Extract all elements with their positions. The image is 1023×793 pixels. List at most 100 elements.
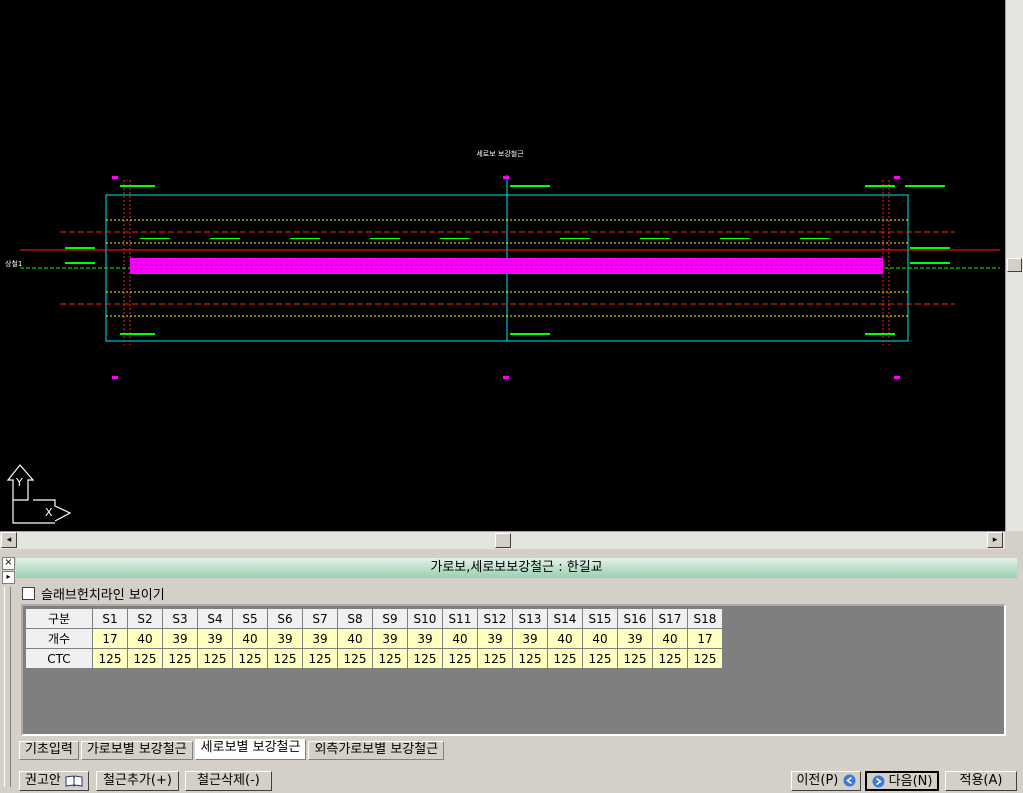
grid-cell[interactable]: 40 (127, 628, 163, 649)
rebar-panel: × ▸ 가로보,세로보보강철근 : 한길교 슬래브헌치라인 보이기 구분 S1 S2… (0, 549, 1023, 793)
grid-cell[interactable]: 39 (372, 628, 408, 649)
ucs-y-label: Y (15, 476, 23, 489)
scroll-corner (1005, 531, 1023, 549)
grid-cell[interactable]: 39 (512, 628, 548, 649)
tab-0[interactable]: 기초입력 (19, 741, 79, 760)
panel-title: 가로보,세로보보강철근 : 한길교 (16, 558, 1017, 578)
delete-rebar-button[interactable]: 철근삭제(-) (185, 771, 272, 791)
grid-cell[interactable]: 125 (92, 648, 128, 669)
grid-cell[interactable]: 125 (617, 648, 653, 669)
arrow-right-icon (872, 775, 885, 788)
ucs-icon: Y X (6, 464, 72, 524)
tab-strip: 기초입력 가로보별 보강철근 세로보별 보강철근 외측가로보별 보강철근 (19, 739, 446, 760)
grid-cell[interactable]: 125 (582, 648, 618, 669)
drawing-title: 세로보 보강철근 (476, 149, 524, 158)
prev-label: 이전(P) (796, 773, 839, 788)
recommend-label: 권고안 (24, 773, 61, 788)
drawing-side-label: 상철1 (5, 259, 22, 268)
ucs-x-label: X (45, 506, 53, 519)
grid-cell[interactable]: 17 (687, 628, 723, 649)
pin-icon[interactable]: ▸ (2, 571, 15, 584)
grid-cell[interactable]: 125 (512, 648, 548, 669)
rebar-grid[interactable]: 구분 S1 S2 S3 S4 S5 S6 S7 S8 S9 S10 S11 S12 S13 S14 S15 S1… (21, 604, 1006, 736)
grid-column-header[interactable]: S2 (127, 608, 163, 629)
grid-cell[interactable]: 39 (477, 628, 513, 649)
grid-column-header[interactable]: S4 (197, 608, 233, 629)
tab-2[interactable]: 세로보별 보강철근 (194, 739, 307, 760)
grid-cell[interactable]: 125 (302, 648, 338, 669)
grid-cell[interactable]: 39 (162, 628, 198, 649)
grid-cell[interactable]: 40 (232, 628, 268, 649)
grid-column-header[interactable]: S10 (407, 608, 443, 629)
grid-column-header[interactable]: S12 (477, 608, 513, 629)
grid-column-header[interactable]: S6 (267, 608, 303, 629)
grid-cell[interactable]: 39 (197, 628, 233, 649)
grid-cell[interactable]: 125 (162, 648, 198, 669)
grid-cell[interactable]: 40 (582, 628, 618, 649)
grid-column-header[interactable]: S13 (512, 608, 548, 629)
cad-viewport[interactable]: 세로보 보강철근 상철1 Y X (0, 0, 1005, 531)
close-icon[interactable]: × (2, 557, 15, 570)
grid-column-header[interactable]: S1 (92, 608, 128, 629)
grid-cell[interactable]: 125 (127, 648, 163, 669)
grid-cell[interactable]: 40 (652, 628, 688, 649)
grid-corner-header: 구분 (25, 608, 93, 629)
grid-column-header[interactable]: S5 (232, 608, 268, 629)
horizontal-scrollbar[interactable]: ◂ ▸ (0, 531, 1005, 549)
grid-cell[interactable]: 125 (442, 648, 478, 669)
rebar-band (130, 258, 883, 274)
next-button[interactable]: 다음(N) (865, 771, 939, 791)
rebar-table[interactable]: 구분 S1 S2 S3 S4 S5 S6 S7 S8 S9 S10 S11 S12 S13 S14 S15 S1… (25, 608, 723, 669)
recommend-button[interactable]: 권고안 (19, 771, 89, 791)
haunch-line-checkbox[interactable]: 슬래브헌치라인 보이기 (22, 584, 165, 603)
add-rebar-button[interactable]: 철근추가(+) (96, 771, 179, 791)
table-row: 개수 17 40 39 39 40 39 39 40 39 39 40 39 39 40 40 39 40 17 (25, 628, 723, 649)
grid-row-header: CTC (25, 648, 93, 669)
grid-cell[interactable]: 17 (92, 628, 128, 649)
grid-cell[interactable]: 125 (372, 648, 408, 669)
next-label: 다음(N) (888, 774, 933, 789)
grid-column-header[interactable]: S14 (547, 608, 583, 629)
section-markers (112, 176, 900, 379)
arrow-left-icon (843, 774, 856, 787)
checkbox-label: 슬래브헌치라인 보이기 (41, 588, 165, 603)
scroll-right-button[interactable]: ▸ (987, 532, 1003, 548)
grid-cell[interactable]: 39 (617, 628, 653, 649)
checkbox-box[interactable] (22, 587, 35, 600)
panel-grip[interactable] (4, 587, 11, 787)
grid-cell[interactable]: 125 (652, 648, 688, 669)
vertical-scroll-thumb[interactable] (1007, 258, 1022, 272)
tab-3[interactable]: 외측가로보별 보강철근 (308, 741, 445, 760)
grid-column-header[interactable]: S7 (302, 608, 338, 629)
grid-column-header[interactable]: S17 (652, 608, 688, 629)
grid-cell[interactable]: 40 (337, 628, 373, 649)
grid-column-header[interactable]: S3 (162, 608, 198, 629)
grid-cell[interactable]: 39 (267, 628, 303, 649)
horizontal-scroll-thumb[interactable] (495, 533, 511, 548)
grid-cell[interactable]: 125 (197, 648, 233, 669)
apply-button[interactable]: 적용(A) (945, 771, 1017, 791)
grid-cell[interactable]: 39 (302, 628, 338, 649)
grid-cell[interactable]: 125 (547, 648, 583, 669)
grid-column-header[interactable]: S11 (442, 608, 478, 629)
grid-cell[interactable]: 125 (232, 648, 268, 669)
grid-cell[interactable]: 40 (442, 628, 478, 649)
grid-cell[interactable]: 40 (547, 628, 583, 649)
grid-cell[interactable]: 125 (267, 648, 303, 669)
table-row: CTC 125 125 125 125 125 125 125 125 125 125 125 125 1… (25, 648, 723, 669)
grid-cell[interactable]: 125 (477, 648, 513, 669)
grid-cell[interactable]: 125 (337, 648, 373, 669)
tab-1[interactable]: 가로보별 보강철근 (80, 741, 193, 760)
prev-button[interactable]: 이전(P) (791, 771, 861, 791)
grid-row-header: 개수 (25, 628, 93, 649)
grid-column-header[interactable]: S8 (337, 608, 373, 629)
grid-column-header[interactable]: S16 (617, 608, 653, 629)
grid-cell[interactable]: 125 (407, 648, 443, 669)
grid-cell[interactable]: 125 (687, 648, 723, 669)
scroll-left-button[interactable]: ◂ (1, 532, 17, 548)
grid-column-header[interactable]: S18 (687, 608, 723, 629)
grid-column-header[interactable]: S9 (372, 608, 408, 629)
vertical-scrollbar[interactable] (1005, 0, 1023, 549)
grid-cell[interactable]: 39 (407, 628, 443, 649)
grid-column-header[interactable]: S15 (582, 608, 618, 629)
